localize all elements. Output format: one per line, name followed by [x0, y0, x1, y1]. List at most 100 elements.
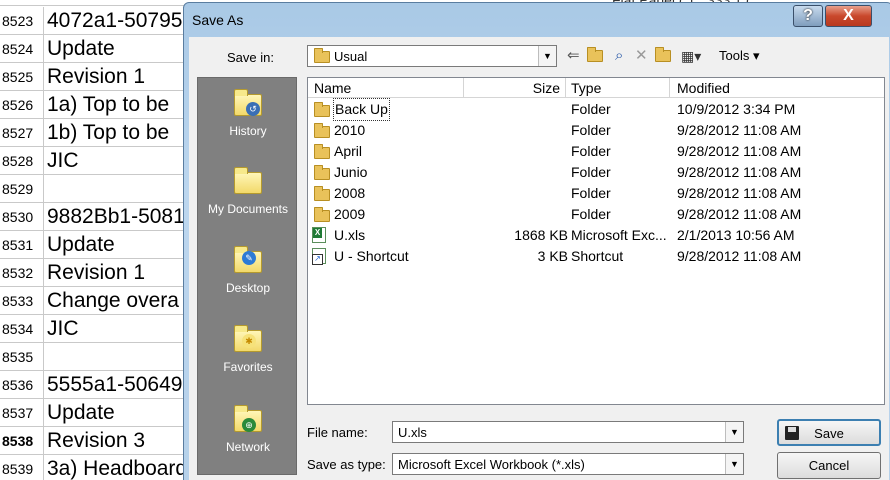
row-number: 8537: [0, 399, 44, 427]
row-number: 8529: [0, 175, 44, 203]
file-row[interactable]: April Folder 9/28/2012 11:08 AM: [308, 141, 884, 162]
file-type: Folder: [571, 164, 611, 180]
file-size: 1868 KB: [514, 227, 568, 243]
row-number: 8526: [0, 91, 44, 119]
place-label: Desktop: [225, 281, 271, 295]
folder-icon: [314, 102, 330, 117]
file-type: Shortcut: [571, 248, 624, 264]
save-type-dropdown[interactable]: Microsoft Excel Workbook (*.xls) ▼: [392, 453, 744, 475]
cancel-button[interactable]: Cancel: [777, 452, 881, 479]
floppy-disk-icon: [785, 426, 799, 440]
file-name: U - Shortcut: [334, 248, 409, 264]
cell-text: JIC: [47, 317, 79, 340]
folder-icon: [314, 186, 330, 201]
file-name-label: File name:: [307, 425, 368, 440]
file-name: Back Up: [333, 98, 390, 121]
tools-label: Tools: [719, 48, 750, 63]
history-icon: ↺: [232, 88, 264, 118]
folder-icon: [314, 48, 330, 63]
desktop-icon: ✎: [232, 245, 264, 275]
row-number: 8528: [0, 147, 44, 175]
cell-text: 3a) Headboard: [47, 457, 188, 480]
chevron-down-icon[interactable]: ▼: [725, 454, 743, 474]
file-modified: 10/9/2012 3:34 PM: [677, 101, 796, 117]
save-button[interactable]: Save: [777, 419, 881, 446]
file-row[interactable]: 2008 Folder 9/28/2012 11:08 AM: [308, 183, 884, 204]
cell-text: Update: [47, 401, 115, 424]
column-header-size[interactable]: Size: [464, 78, 566, 98]
save-in-label: Save in:: [227, 50, 274, 65]
shortcut-icon: [312, 248, 326, 265]
place-network[interactable]: ⊕ Network: [198, 404, 298, 474]
folder-icon: [314, 144, 330, 159]
file-modified: 9/28/2012 11:08 AM: [677, 143, 802, 159]
file-name: Junio: [334, 164, 368, 180]
save-in-value: Usual: [334, 49, 368, 64]
row-number: 8527: [0, 119, 44, 147]
file-row[interactable]: Junio Folder 9/28/2012 11:08 AM: [308, 162, 884, 183]
file-modified: 2/1/2013 10:56 AM: [677, 227, 795, 243]
row-number: 8523: [0, 7, 44, 35]
cell-text: 1b) Top to be: [47, 121, 170, 144]
file-row[interactable]: Back Up Folder 10/9/2012 3:34 PM: [308, 98, 884, 121]
places-bar: ↺ History My Documents ✎ Desktop ✱ Favorites ⊕ N…: [197, 77, 297, 475]
file-type: Folder: [571, 206, 611, 222]
file-name: April: [334, 143, 363, 159]
tools-menu-button[interactable]: Tools ▾: [719, 48, 760, 64]
place-label: Favorites: [223, 360, 273, 374]
delete-icon[interactable]: ✕: [635, 48, 648, 64]
file-name-input[interactable]: U.xls ▼: [392, 421, 744, 443]
file-name-value: U.xls: [398, 425, 427, 440]
save-type-value: Microsoft Excel Workbook (*.xls): [398, 457, 585, 472]
file-modified: 9/28/2012 11:08 AM: [677, 206, 802, 222]
place-favorites[interactable]: ✱ Favorites: [198, 324, 298, 394]
close-button[interactable]: X: [825, 5, 872, 27]
place-label: My Documents: [207, 202, 289, 216]
row-number: 8536: [0, 371, 44, 399]
views-icon[interactable]: ▦▾: [681, 48, 701, 64]
dialog-title-bar[interactable]: Save As ? X: [184, 3, 890, 37]
file-type: Folder: [571, 143, 611, 159]
place-desktop[interactable]: ✎ Desktop: [198, 245, 298, 315]
row-number: 8533: [0, 287, 44, 315]
favorites-icon: ✱: [232, 324, 264, 354]
file-name: 2009: [334, 206, 366, 222]
save-in-dropdown[interactable]: Usual ▼: [307, 45, 557, 67]
cell-text: JIC: [47, 149, 79, 172]
file-modified: 9/28/2012 11:08 AM: [677, 164, 802, 180]
place-my-documents[interactable]: My Documents: [198, 166, 298, 236]
file-list[interactable]: Name Size Type Modified Back Up Folder 10/…: [307, 77, 885, 405]
save-type-label: Save as type:: [307, 457, 386, 472]
excel-file-icon: [312, 227, 326, 243]
chevron-down-icon[interactable]: ▼: [538, 46, 556, 66]
file-row[interactable]: U - Shortcut 3 KBShortcut 9/28/2012 11:08 …: [308, 246, 884, 267]
row-number: 8531: [0, 231, 44, 259]
back-arrow-icon[interactable]: ⇐: [567, 48, 580, 64]
row-number: 8535: [0, 343, 44, 371]
cell-text: Update: [47, 233, 115, 256]
file-row[interactable]: 2010 Folder 9/28/2012 11:08 AM: [308, 120, 884, 141]
help-button[interactable]: ?: [793, 5, 823, 27]
column-header-modified[interactable]: Modified: [670, 78, 886, 98]
cell-text: Revision 3: [47, 429, 146, 452]
search-web-icon[interactable]: ⌕: [615, 48, 623, 64]
place-history[interactable]: ↺ History: [198, 88, 298, 158]
column-header-name[interactable]: Name: [308, 78, 464, 98]
cell-text: 9882Bb1-5081: [47, 205, 185, 228]
file-type: Microsoft Exc...: [571, 227, 667, 243]
cell-text: Change overa: [47, 289, 179, 312]
row-number: 8530: [0, 203, 44, 231]
network-icon: ⊕: [232, 404, 264, 434]
cancel-button-label: Cancel: [808, 458, 850, 473]
cell-text: Revision 1: [47, 65, 146, 88]
file-name: 2010: [334, 122, 366, 138]
place-label: History: [229, 124, 267, 138]
file-row[interactable]: U.xls 1868 KBMicrosoft Exc... 2/1/2013 10:…: [308, 225, 884, 246]
save-as-dialog: Save As ? X Save in: Usual ▼ ⇐ ⌕ ✕ ▦▾ To…: [183, 2, 890, 480]
cell-text: 5555a1-50649: [47, 373, 183, 396]
chevron-down-icon[interactable]: ▼: [725, 422, 743, 442]
cell-text: 4072a1-50795: [47, 9, 183, 32]
file-modified: 9/28/2012 11:08 AM: [677, 185, 802, 201]
column-header-type[interactable]: Type: [566, 78, 670, 98]
file-row[interactable]: 2009 Folder 9/28/2012 11:08 AM: [308, 204, 884, 225]
